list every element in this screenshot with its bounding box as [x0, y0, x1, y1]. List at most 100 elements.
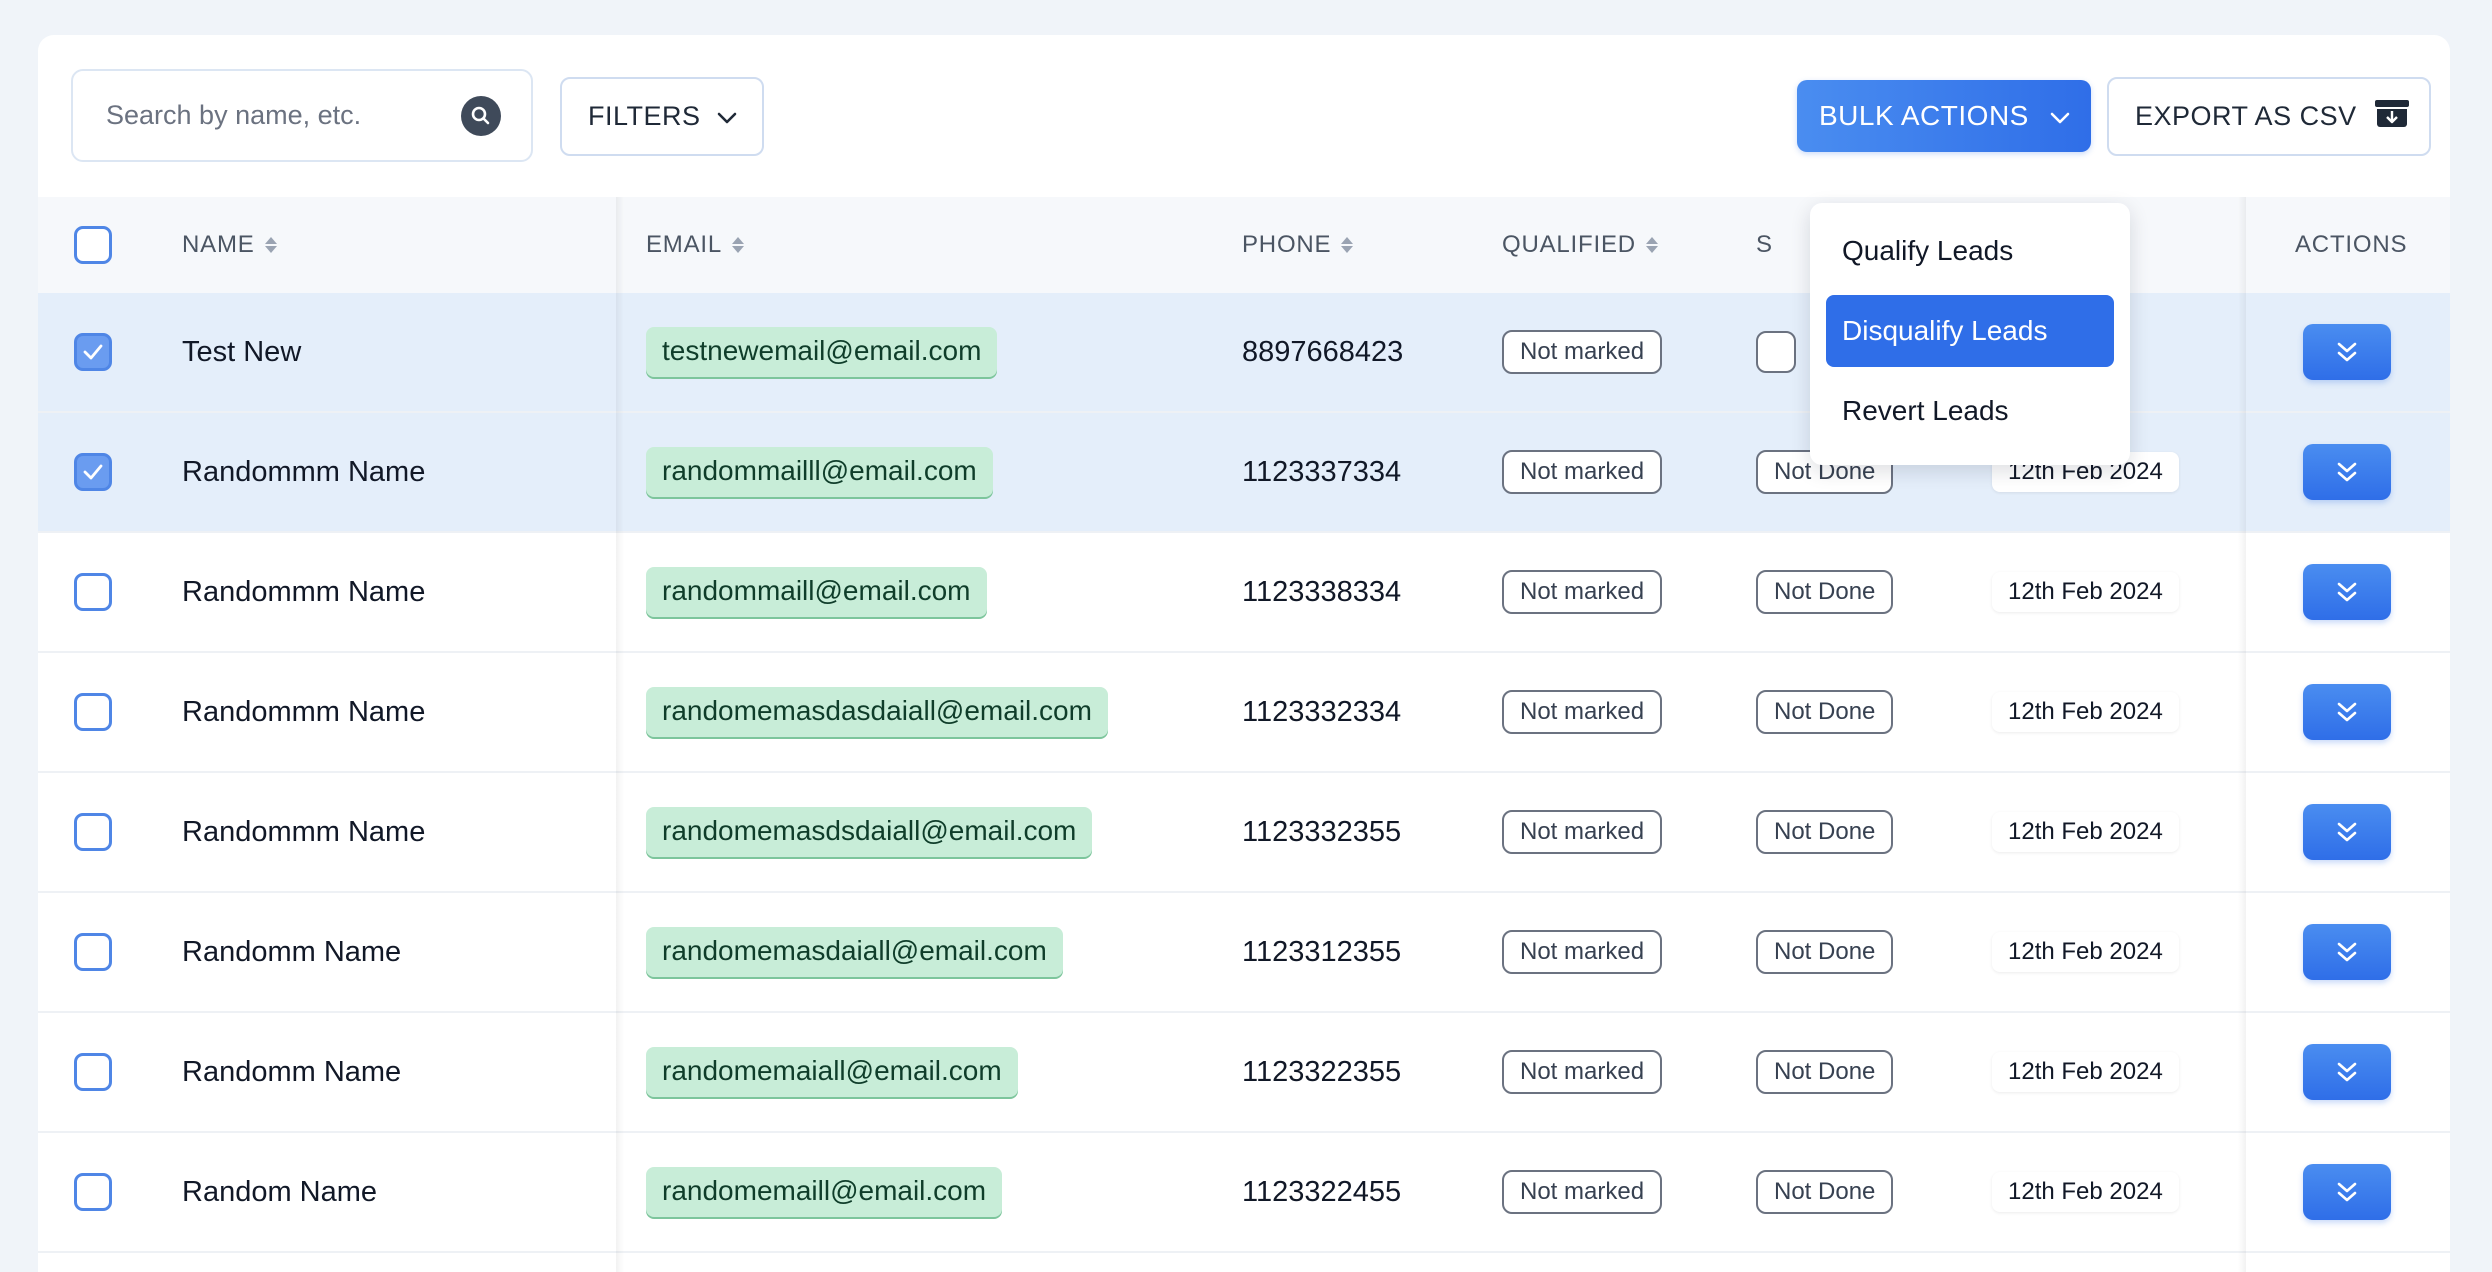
row-checkbox[interactable] — [74, 1053, 112, 1091]
date-chip: 12th Feb 2024 — [1992, 932, 2179, 972]
actions-cell — [2303, 893, 2391, 1011]
header-name[interactable]: NAME — [182, 197, 277, 293]
row-checkbox[interactable] — [74, 693, 112, 731]
row-action-button[interactable] — [2303, 564, 2391, 620]
table-row[interactable]: Random Name randomemaill@email.com 1123322… — [38, 1133, 2450, 1253]
status-cell — [1756, 293, 1796, 411]
status-cell: Not Done — [1756, 893, 1894, 1011]
header-email[interactable]: EMAIL — [646, 197, 745, 293]
row-checkbox[interactable] — [74, 333, 112, 371]
email-chip[interactable]: testnewemail@email.com — [646, 327, 998, 377]
header-phone[interactable]: PHONE — [1242, 197, 1354, 293]
date-cell: 12th Feb 2024 — [1992, 653, 2179, 771]
email-cell: randomemasdasdaiall@email.com — [646, 653, 1108, 771]
double-chevron-down-icon — [2334, 1180, 2360, 1204]
sort-icon — [1645, 237, 1658, 253]
row-action-button[interactable] — [2303, 1164, 2391, 1220]
phone-number: 8897668423 — [1242, 335, 1404, 368]
date-chip: 12th Feb 2024 — [1992, 572, 2179, 612]
qualified-cell: Not marked — [1502, 1013, 1663, 1131]
header-qualified[interactable]: QUALIFIED — [1502, 197, 1658, 293]
search-box[interactable] — [71, 69, 533, 162]
email-chip[interactable]: randommailll@email.com — [646, 447, 993, 497]
status-badge: Not Done — [1756, 1050, 1894, 1094]
email-chip[interactable]: randomemaill@email.com — [646, 1167, 1003, 1217]
email-chip[interactable]: randomemaiall@email.com — [646, 1047, 1018, 1097]
header-qualified-label: QUALIFIED — [1502, 231, 1636, 258]
table-row[interactable]: Randommm Name randommaill@email.com 112333… — [38, 533, 2450, 653]
phone-number: 1123338334 — [1242, 575, 1402, 608]
bulk-actions-button[interactable]: BULK ACTIONS — [1797, 80, 2091, 152]
row-select-cell — [74, 1133, 112, 1251]
table-row[interactable]: Randomm Name randomemaiall@email.com 11233… — [38, 1013, 2450, 1133]
qualified-badge: Not marked — [1502, 450, 1663, 494]
table-row[interactable]: Randommm Name randomemasdasdaiall@email.c… — [38, 653, 2450, 773]
lead-name: Randommm Name — [182, 575, 426, 608]
name-cell: Randomm Name — [182, 1013, 401, 1131]
date-cell: 12th Feb 2024 — [1992, 1013, 2179, 1131]
name-cell: Randommm Name — [182, 413, 425, 531]
email-chip[interactable]: randomemasdasdaiall@email.com — [646, 687, 1108, 737]
name-cell: Test New — [182, 293, 301, 411]
search-icon[interactable] — [461, 95, 501, 136]
phone-number: 1123312355 — [1242, 935, 1402, 968]
row-action-button[interactable] — [2303, 924, 2391, 980]
row-action-button[interactable] — [2303, 804, 2391, 860]
email-chip[interactable]: randommaill@email.com — [646, 567, 987, 617]
header-actions: ACTIONS — [2295, 197, 2407, 293]
status-badge: Not Done — [1756, 570, 1894, 614]
row-checkbox[interactable] — [74, 1173, 112, 1211]
row-action-button[interactable] — [2303, 444, 2391, 500]
export-csv-button[interactable]: EXPORT AS CSV — [2107, 77, 2431, 156]
header-status[interactable]: S — [1756, 197, 1773, 293]
select-all-checkbox[interactable] — [74, 226, 112, 264]
row-action-button[interactable] — [2303, 1044, 2391, 1100]
row-checkbox[interactable] — [74, 933, 112, 971]
actions-cell — [2303, 533, 2391, 651]
bulk-menu-item[interactable]: Qualify Leads — [1826, 215, 2114, 287]
filters-button[interactable]: FILTERS — [560, 77, 764, 156]
email-cell: randomemaiall@email.com — [646, 1013, 1018, 1131]
bulk-menu-item[interactable]: Revert Leads — [1826, 375, 2114, 447]
chevron-down-icon — [2049, 100, 2071, 132]
name-cell: Random Name — [182, 1133, 377, 1251]
email-cell: randomemasdaiall@email.com — [646, 893, 1063, 1011]
bulk-menu-item[interactable]: Disqualify Leads — [1826, 295, 2114, 367]
name-cell: Randomm Name — [182, 893, 401, 1011]
date-cell: 12th Feb 2024 — [1992, 1133, 2179, 1251]
phone-number: 1123337334 — [1242, 455, 1402, 488]
row-checkbox[interactable] — [74, 453, 112, 491]
status-badge: Not Done — [1756, 810, 1894, 854]
table-row[interactable]: Randommm Name randomemasdsdaiall@email.co… — [38, 773, 2450, 893]
phone-cell: 1123312355 — [1242, 893, 1401, 1011]
lead-name: Randommm Name — [182, 455, 426, 488]
email-chip[interactable]: randomemasdaiall@email.com — [646, 927, 1063, 977]
status-cell: Not Done — [1756, 533, 1894, 651]
double-chevron-down-icon — [2334, 940, 2360, 964]
row-checkbox[interactable] — [74, 813, 112, 851]
header-phone-label: PHONE — [1242, 231, 1332, 258]
phone-number: 1123332334 — [1242, 695, 1402, 728]
header-actions-label: ACTIONS — [2295, 231, 2408, 258]
phone-number: 1123322455 — [1242, 1175, 1402, 1208]
filters-label: FILTERS — [588, 101, 701, 131]
row-action-button[interactable] — [2303, 684, 2391, 740]
double-chevron-down-icon — [2334, 580, 2360, 604]
double-chevron-down-icon — [2334, 460, 2360, 484]
row-select-cell — [74, 293, 112, 411]
archive-download-icon — [2373, 97, 2411, 136]
email-cell: randommaill@email.com — [646, 533, 987, 651]
phone-cell: 1123337334 — [1242, 413, 1401, 531]
lead-name: Random Name — [182, 1175, 378, 1208]
status-cell: Not Done — [1756, 653, 1894, 771]
qualified-badge: Not marked — [1502, 810, 1663, 854]
row-checkbox[interactable] — [74, 573, 112, 611]
email-chip[interactable]: randomemasdsdaiall@email.com — [646, 807, 1093, 857]
qualified-cell: Not marked — [1502, 1133, 1663, 1251]
email-cell: randomemaill@email.com — [646, 1133, 1003, 1251]
search-input[interactable] — [106, 100, 461, 131]
table-row[interactable]: Randomm Name randomemasdaiall@email.com 11… — [38, 893, 2450, 1013]
qualified-cell: Not marked — [1502, 533, 1663, 651]
double-chevron-down-icon — [2334, 1060, 2360, 1084]
row-action-button[interactable] — [2303, 324, 2391, 380]
